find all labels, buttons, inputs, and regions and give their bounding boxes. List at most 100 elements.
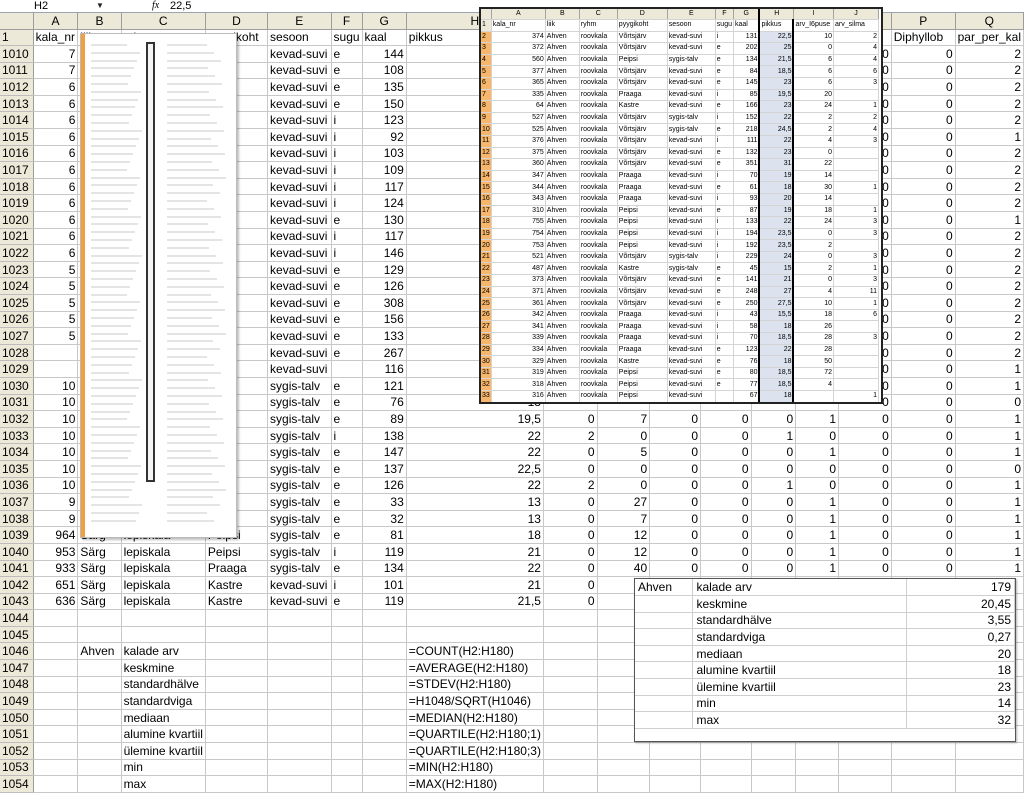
cell[interactable]: 0 [891,145,956,163]
zoom-cell[interactable]: 72 [793,367,834,380]
cell[interactable]: 13 [406,493,544,511]
cell[interactable] [331,775,363,793]
zoom-cell[interactable]: 1 [833,205,879,218]
row-header[interactable]: 1042 [0,576,34,594]
cell[interactable]: 6 [33,78,79,96]
zoom-cell[interactable]: roovkala [579,251,618,264]
cell[interactable]: 1 [955,526,1024,544]
zoom-cell[interactable]: roovkala [579,65,618,78]
cell[interactable]: kevad-suvi [267,277,332,295]
cell[interactable] [267,775,332,793]
zoom-row-header[interactable]: 12 [481,147,492,160]
zoom-cell[interactable]: 64 [491,100,546,113]
zoom-cell[interactable]: e [715,100,734,113]
zoom-cell[interactable]: roovkala [579,89,618,102]
cell[interactable]: 2 [955,45,1024,63]
zoom-cell[interactable]: 70 [733,332,760,345]
cell[interactable]: 5 [33,327,79,345]
zoom-cell[interactable]: 21 [758,274,795,287]
cell[interactable]: =QUARTILE(H2:H180;3) [406,742,544,760]
zoom-column-title-cell[interactable]: arv_I6puse [793,19,834,32]
row-header[interactable]: 1019 [0,194,34,213]
zoom-cell[interactable]: e [715,262,734,276]
zoom-cell[interactable]: 4 [833,123,879,136]
row-header[interactable]: 1045 [0,626,34,644]
zoom-cell[interactable]: Ahven [545,193,580,206]
zoom-cell[interactable]: 4 [833,54,879,67]
zoom-cell[interactable]: roovkala [579,332,618,345]
cell[interactable]: kevad-suvi [267,261,332,279]
cell[interactable]: sygis-talv [267,443,332,461]
zoom-cell[interactable]: e [715,77,734,90]
cell[interactable] [362,759,407,777]
zoom-cell[interactable]: 3 [833,228,879,241]
zoom-cell[interactable]: 111 [733,135,760,148]
zoom-cell[interactable]: 527 [491,112,546,125]
zoom-cell[interactable] [715,390,734,402]
zoom-cell[interactable]: 375 [491,147,546,160]
cell[interactable]: 2 [955,111,1024,130]
zoom-cell[interactable]: 755 [491,216,546,229]
zoom-cell[interactable]: 343 [491,193,546,206]
zoom-cell[interactable]: Kastre [617,100,668,113]
cell[interactable]: 12 [597,526,651,544]
cell[interactable]: 0 [543,493,598,511]
cell[interactable]: 1 [955,427,1024,445]
zoom-cell[interactable]: Võrtsjärv [617,297,668,310]
cell[interactable] [406,626,544,644]
zoom-cell[interactable]: Praaga [617,181,668,194]
cell[interactable]: 0 [751,460,797,478]
zoom-cell[interactable]: sygis-talv [667,112,716,125]
cell[interactable]: 2 [955,311,1024,329]
cell[interactable] [205,709,269,727]
cell[interactable] [955,742,1024,760]
cell[interactable] [33,725,79,744]
zoom-cell[interactable]: 20 [793,89,834,102]
zoom-row-header[interactable]: 29 [481,344,492,357]
cell[interactable]: i [331,543,363,561]
cell[interactable]: i [331,228,363,246]
zoom-row-header[interactable]: 19 [481,228,492,241]
cell[interactable] [838,742,892,760]
stat-group[interactable] [635,612,694,630]
zoom-cell[interactable]: 1 [833,262,879,276]
cell[interactable]: 2 [955,294,1024,312]
zoom-cell[interactable]: i [715,239,734,252]
zoom-cell[interactable]: kevad-suvi [667,332,716,345]
cell[interactable]: =COUNT(H2:H180) [406,642,544,661]
zoom-column-title-cell[interactable]: kaal [733,19,760,32]
cell[interactable] [33,742,79,760]
cell[interactable]: Särg [77,593,122,611]
cell[interactable]: 0 [891,211,956,229]
cell[interactable]: =MAX(H2:H180) [406,775,544,793]
cell[interactable] [33,709,79,727]
zoom-cell[interactable]: roovkala [579,378,618,391]
zoom-cell[interactable]: roovkala [579,390,618,402]
cell[interactable]: 0 [751,510,797,528]
cell[interactable] [362,642,407,661]
select-all-corner[interactable] [0,13,34,30]
zoom-row-header[interactable]: 2 [481,31,492,44]
zoom-cell[interactable]: 80 [733,367,760,380]
row-header[interactable]: 1029 [0,360,34,378]
zoom-cell[interactable]: kevad-suvi [667,239,716,252]
zoom-cell[interactable]: 21,5 [758,54,795,67]
cell[interactable] [205,676,269,694]
cell[interactable]: 2 [955,78,1024,96]
zoom-cell[interactable]: Ahven [545,181,580,194]
cell[interactable]: mediaan [121,709,206,727]
cell[interactable]: 0 [649,526,702,544]
zoom-cell[interactable]: roovkala [579,355,618,368]
zoom-cell[interactable]: kevad-suvi [667,181,716,194]
cell[interactable]: 636 [33,593,79,611]
row-header[interactable]: 1053 [0,759,34,777]
cell[interactable]: 5 [33,294,79,312]
zoom-cell[interactable]: 371 [491,286,546,299]
zoom-row-header[interactable]: 14 [481,170,492,183]
zoom-cell[interactable]: 2 [793,123,834,136]
zoom-cell[interactable]: roovkala [579,239,618,252]
zoom-cell[interactable]: e [715,297,734,310]
row-header[interactable]: 1012 [0,78,34,96]
cell[interactable]: 126 [362,277,407,295]
cell[interactable] [700,742,752,760]
